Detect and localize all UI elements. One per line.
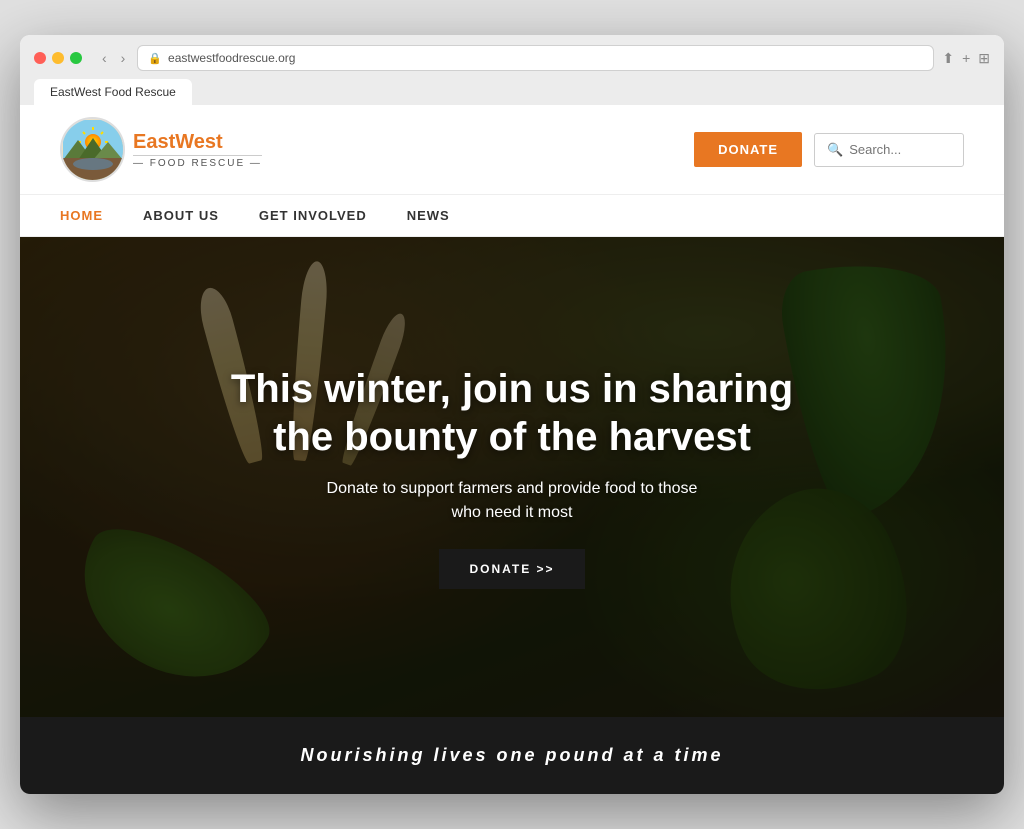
logo-image xyxy=(60,117,125,182)
logo-text: EastWest — Food Rescue — xyxy=(133,131,262,169)
nav-home[interactable]: HOME xyxy=(60,196,103,235)
logo-brand: EastWest xyxy=(133,131,262,153)
share-icon[interactable]: ⬆ xyxy=(942,50,954,67)
maximize-button[interactable] xyxy=(70,52,82,64)
hero-subtitle: Donate to support farmers and provide fo… xyxy=(322,477,702,525)
hero-section: This winter, join us in sharing the boun… xyxy=(20,237,1004,717)
back-button[interactable]: ‹ xyxy=(98,48,111,68)
logo-east: East xyxy=(133,131,175,153)
browser-tabs: EastWest Food Rescue xyxy=(34,79,990,105)
browser-controls: ‹ › xyxy=(98,48,129,68)
hero-title: This winter, join us in sharing the boun… xyxy=(212,365,812,461)
browser-window: ‹ › 🔒 eastwestfoodrescue.org ⬆ + ⊞ EastW… xyxy=(20,35,1004,794)
active-tab[interactable]: EastWest Food Rescue xyxy=(34,79,192,105)
address-bar-row: 🔒 eastwestfoodrescue.org ⬆ + ⊞ xyxy=(137,45,990,71)
url-text: eastwestfoodrescue.org xyxy=(168,51,295,65)
lock-icon: 🔒 xyxy=(148,52,162,65)
header-donate-button[interactable]: DONATE xyxy=(694,132,802,167)
add-tab-icon[interactable]: + xyxy=(962,50,970,67)
logo-tagline: — Food Rescue — xyxy=(133,155,262,169)
logo-west: West xyxy=(175,131,222,153)
nav-news[interactable]: NEWS xyxy=(407,196,450,235)
browser-chrome: ‹ › 🔒 eastwestfoodrescue.org ⬆ + ⊞ EastW… xyxy=(20,35,1004,105)
site-content: EastWest — Food Rescue — DONATE 🔍 HOME A… xyxy=(20,105,1004,794)
address-bar-actions: ⬆ + ⊞ xyxy=(942,50,990,67)
site-header: EastWest — Food Rescue — DONATE 🔍 xyxy=(20,105,1004,195)
forward-button[interactable]: › xyxy=(117,48,130,68)
site-nav: HOME ABOUT US GET INVOLVED NEWS xyxy=(20,195,1004,237)
minimize-button[interactable] xyxy=(52,52,64,64)
footer-tagline: Nourishing lives one pound at a time xyxy=(20,717,1004,794)
hero-donate-button[interactable]: DONATE >> xyxy=(439,549,584,589)
tagline-text: Nourishing lives one pound at a time xyxy=(300,745,723,765)
hero-background: This winter, join us in sharing the boun… xyxy=(20,237,1004,717)
traffic-lights xyxy=(34,52,82,64)
hero-content: This winter, join us in sharing the boun… xyxy=(20,237,1004,717)
search-box[interactable]: 🔍 xyxy=(814,133,964,167)
nav-about[interactable]: ABOUT US xyxy=(143,196,219,235)
nav-get-involved[interactable]: GET INVOLVED xyxy=(259,196,367,235)
logo-area: EastWest — Food Rescue — xyxy=(60,117,262,182)
address-bar[interactable]: 🔒 eastwestfoodrescue.org xyxy=(137,45,934,71)
grid-icon[interactable]: ⊞ xyxy=(978,50,990,67)
browser-titlebar: ‹ › 🔒 eastwestfoodrescue.org ⬆ + ⊞ xyxy=(34,45,990,71)
search-input[interactable] xyxy=(849,142,951,157)
header-right: DONATE 🔍 xyxy=(694,132,964,167)
close-button[interactable] xyxy=(34,52,46,64)
search-icon: 🔍 xyxy=(827,142,843,158)
